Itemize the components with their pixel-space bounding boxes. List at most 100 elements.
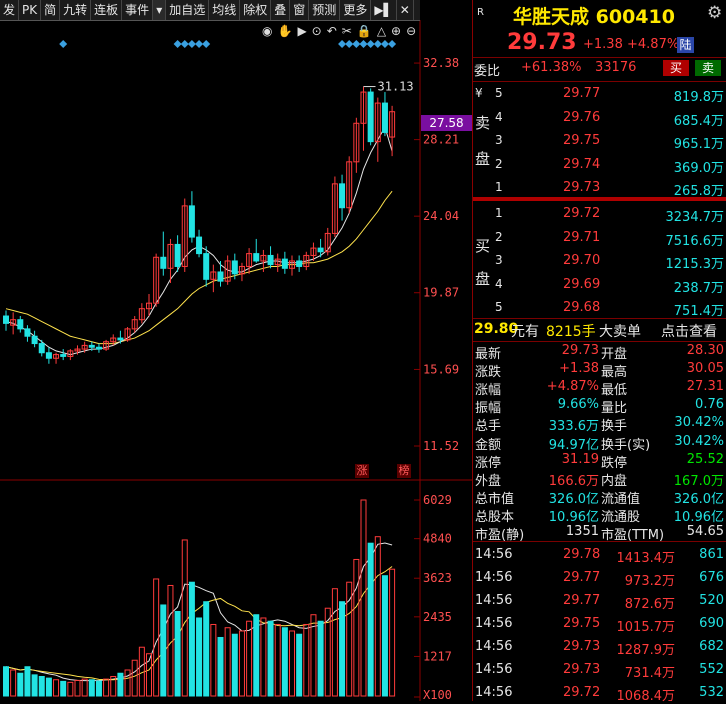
toolbar-item-6[interactable]: ▾ — [153, 0, 167, 20]
volume-bar — [53, 679, 60, 697]
event-marker[interactable] — [352, 40, 361, 48]
toolbar-item-5[interactable]: 事件 — [122, 0, 154, 20]
bid-row-2[interactable]: 2 29.71 7516.6万 — [473, 227, 726, 250]
tick-price: 29.73 — [563, 639, 601, 654]
candle — [246, 248, 253, 274]
candle — [38, 339, 45, 357]
sell-button[interactable]: 卖 — [695, 60, 721, 76]
scissors-icon[interactable]: ✂ — [342, 24, 352, 38]
candle-body — [217, 271, 224, 282]
bid-row-3[interactable]: 3 29.70 1215.3万 — [473, 250, 726, 273]
toolbar-item-1[interactable]: PK — [19, 0, 42, 20]
zoom-out-icon[interactable]: ⊖ — [406, 24, 416, 38]
volume-bar — [196, 617, 203, 697]
candle — [45, 347, 52, 364]
tick-count: 690 — [699, 616, 724, 631]
bid-row-1[interactable]: 1 29.72 3234.7万 — [473, 203, 726, 226]
chart-panel[interactable]: 32.38 28.21 24.04 19.87 15.69 11.52 6029 4840 3… — [0, 0, 472, 701]
ranking-tag[interactable]: 榜 — [397, 464, 411, 478]
event-marker[interactable] — [359, 40, 368, 48]
toolbar-item-14[interactable]: ▶▌ — [371, 0, 397, 20]
candle-body — [253, 253, 260, 262]
ask-level: 1 — [495, 180, 503, 194]
volume-bar — [31, 674, 38, 697]
cursor-icon[interactable]: ⊙ — [312, 24, 322, 38]
limit-up-tag[interactable]: 涨 — [355, 464, 369, 478]
event-marker[interactable] — [202, 40, 211, 48]
price-label: 15.69 — [423, 362, 459, 376]
candle — [24, 325, 31, 342]
volume-bar — [67, 681, 74, 697]
ma-slow-line — [5, 190, 393, 345]
toolbar-item-8[interactable]: 均线 — [209, 0, 241, 20]
toolbar-item-12[interactable]: 预测 — [309, 0, 341, 20]
ask-price: 29.77 — [563, 86, 601, 101]
candle — [3, 310, 9, 331]
event-marker[interactable] — [380, 40, 389, 48]
toolbar-item-11[interactable]: 窗 — [290, 0, 310, 20]
ask-row-3[interactable]: 3 29.75 965.1万 — [473, 130, 726, 153]
volume-bar — [231, 633, 238, 697]
event-marker[interactable] — [388, 40, 397, 48]
price-change-pct: +4.87% — [627, 37, 680, 52]
toolbar-item-15[interactable]: ✕ — [397, 0, 414, 20]
toolbar-item-9[interactable]: 除权 — [240, 0, 272, 20]
zoom-in-icon[interactable]: ⊕ — [391, 24, 401, 38]
event-marker[interactable] — [195, 40, 204, 48]
big-order-link[interactable]: 点击查看 — [661, 321, 717, 341]
event-marker[interactable] — [173, 40, 182, 48]
lock-icon[interactable]: 🔒 — [357, 24, 372, 38]
event-marker[interactable] — [373, 40, 382, 48]
toolbar-item-13[interactable]: 更多 — [340, 0, 372, 20]
volume-bar — [45, 677, 52, 697]
candle — [274, 253, 281, 272]
current-price-tag: 27.58 — [421, 115, 472, 131]
stat-row: 总市值 326.0亿 流通值 326.0亿 — [473, 487, 726, 507]
event-marker[interactable] — [180, 40, 189, 48]
volume-bar — [274, 623, 281, 697]
candle-body — [88, 344, 95, 348]
volume-bar — [367, 542, 374, 697]
toolbar-item-2[interactable]: 简 — [41, 0, 61, 20]
toolbar-item-3[interactable]: 九转 — [60, 0, 92, 20]
weibi-ratio: +61.38% — [521, 60, 582, 75]
candle-body — [188, 205, 195, 238]
gear-icon[interactable]: ⚙ — [707, 3, 722, 23]
toolbar-item-7[interactable]: 加自选 — [166, 0, 210, 20]
candle — [203, 246, 210, 287]
volume-label: 3623 — [423, 571, 452, 585]
stat-row: 振幅 9.66% 量比 0.76 — [473, 396, 726, 416]
undo-icon[interactable]: ↶ — [327, 24, 337, 38]
toolbar-item-4[interactable]: 连板 — [91, 0, 123, 20]
kline-chart[interactable]: 32.38 28.21 24.04 19.87 15.69 11.52 6029 4840 3… — [0, 0, 472, 701]
ask-row-5[interactable]: 5 29.77 819.8万 — [473, 83, 726, 106]
buy-button[interactable]: 买 — [663, 60, 689, 76]
big-order-row[interactable]: 29.80 元有 8215手 大卖单 点击查看 — [473, 319, 726, 341]
volume-bar — [117, 672, 124, 697]
bid-price: 29.70 — [563, 253, 601, 268]
volume-label: 6029 — [423, 493, 452, 507]
event-marker[interactable] — [338, 40, 347, 48]
ask-row-4[interactable]: 4 29.76 685.4万 — [473, 107, 726, 130]
stat-value: 29.73 — [561, 343, 599, 358]
hand-icon[interactable]: ✋ — [277, 24, 292, 38]
eye-icon[interactable]: ◉ — [262, 24, 272, 38]
event-marker[interactable] — [345, 40, 354, 48]
tick-price: 29.78 — [563, 547, 601, 562]
ask-row-2[interactable]: 2 29.74 369.0万 — [473, 154, 726, 177]
triangle-icon[interactable]: △ — [377, 24, 386, 38]
bid-row-5[interactable]: 5 29.68 751.4万 — [473, 297, 726, 320]
toolbar-item-0[interactable]: 发 — [0, 0, 20, 20]
bid-volume: 238.7万 — [673, 280, 724, 296]
stat-row: 涨幅 +4.87% 最低 27.31 — [473, 378, 726, 398]
volume-label: 4840 — [423, 532, 452, 546]
volume-bar — [281, 627, 288, 697]
event-marker[interactable] — [59, 40, 68, 48]
volume-bar — [289, 630, 295, 697]
toolbar-item-10[interactable]: 叠 — [271, 0, 291, 20]
event-marker[interactable] — [187, 40, 196, 48]
ask-level: 4 — [495, 109, 503, 124]
play-icon[interactable]: ▶ — [297, 24, 306, 38]
event-marker[interactable] — [366, 40, 375, 48]
bid-row-4[interactable]: 4 29.69 238.7万 — [473, 274, 726, 297]
